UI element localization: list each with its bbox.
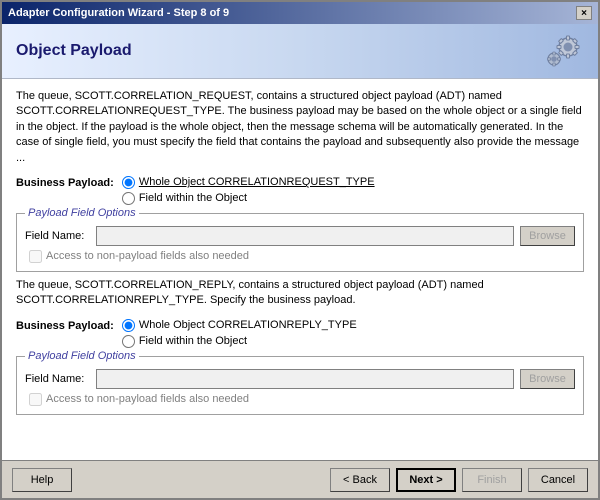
section2-browse-button[interactable]: Browse	[520, 369, 575, 389]
section2-field-input[interactable]	[96, 369, 514, 389]
section2-radio1-label: Whole Object CORRELATIONREPLY_TYPE	[139, 319, 357, 331]
section2-payload-field-options: Payload Field Options Field Name: Browse…	[16, 356, 584, 415]
header-band: Object Payload	[2, 24, 598, 79]
section1-field-input[interactable]	[96, 226, 514, 246]
section1-browse-button[interactable]: Browse	[520, 226, 575, 246]
section2-checkbox-label: Access to non-payload fields also needed	[46, 393, 249, 405]
section1-radio2-row[interactable]: Field within the Object	[122, 192, 375, 205]
section2-field-row: Field Name: Browse	[25, 369, 575, 389]
section1-checkbox-label: Access to non-payload fields also needed	[46, 250, 249, 262]
section1-payload-field-options: Payload Field Options Field Name: Browse…	[16, 213, 584, 272]
section2-business-payload-row: Business Payload: Whole Object CORRELATI…	[16, 319, 584, 348]
section2-checkbox-row: Access to non-payload fields also needed	[29, 393, 575, 406]
wizard-window: Adapter Configuration Wizard - Step 8 of…	[0, 0, 600, 500]
section2-field-name-label: Field Name:	[25, 373, 90, 385]
help-button[interactable]: Help	[12, 468, 72, 492]
section2-payload-legend: Payload Field Options	[25, 350, 139, 362]
section1-business-payload-row: Business Payload: Whole Object CORRELATI…	[16, 176, 584, 205]
section2-radio2[interactable]	[122, 335, 135, 348]
finish-button[interactable]: Finish	[462, 468, 522, 492]
section1-radio2-label: Field within the Object	[139, 192, 247, 204]
footer-right: < Back Next > Finish Cancel	[330, 468, 588, 492]
section1-payload-legend: Payload Field Options	[25, 207, 139, 219]
section1-field-name-label: Field Name:	[25, 230, 90, 242]
footer: Help < Back Next > Finish Cancel	[2, 460, 598, 498]
page-title: Object Payload	[16, 42, 132, 60]
title-bar: Adapter Configuration Wizard - Step 8 of…	[2, 2, 598, 24]
section1-description: The queue, SCOTT.CORRELATION_REQUEST, co…	[16, 89, 584, 166]
section2-radio1-row[interactable]: Whole Object CORRELATIONREPLY_TYPE	[122, 319, 357, 332]
section1-radio1-row[interactable]: Whole Object CORRELATIONREQUEST_TYPE	[122, 176, 375, 189]
next-button[interactable]: Next >	[396, 468, 456, 492]
section1-radio-options: Whole Object CORRELATIONREQUEST_TYPE Fie…	[122, 176, 375, 205]
section2-radio2-row[interactable]: Field within the Object	[122, 335, 357, 348]
section2-radio1[interactable]	[122, 319, 135, 332]
section2-description: The queue, SCOTT.CORRELATION_REPLY, cont…	[16, 278, 584, 309]
section1-field-row: Field Name: Browse	[25, 226, 575, 246]
section1-radio1[interactable]	[122, 176, 135, 189]
back-button[interactable]: < Back	[330, 468, 390, 492]
main-content: The queue, SCOTT.CORRELATION_REQUEST, co…	[2, 79, 598, 460]
section1-checkbox[interactable]	[29, 250, 42, 263]
section1-checkbox-row: Access to non-payload fields also needed	[29, 250, 575, 263]
section1-radio2[interactable]	[122, 192, 135, 205]
section1-business-payload-label: Business Payload:	[16, 176, 114, 189]
section2-radio-options: Whole Object CORRELATIONREPLY_TYPE Field…	[122, 319, 357, 348]
section2-radio2-label: Field within the Object	[139, 335, 247, 347]
close-button[interactable]: ×	[576, 6, 592, 20]
section2-business-payload-label: Business Payload:	[16, 319, 114, 332]
title-text: Adapter Configuration Wizard - Step 8 of…	[8, 7, 229, 19]
cancel-button[interactable]: Cancel	[528, 468, 588, 492]
footer-left: Help	[12, 468, 72, 492]
section2-checkbox[interactable]	[29, 393, 42, 406]
section1-radio1-label: Whole Object CORRELATIONREQUEST_TYPE	[139, 176, 375, 188]
gear-icon	[538, 29, 588, 74]
